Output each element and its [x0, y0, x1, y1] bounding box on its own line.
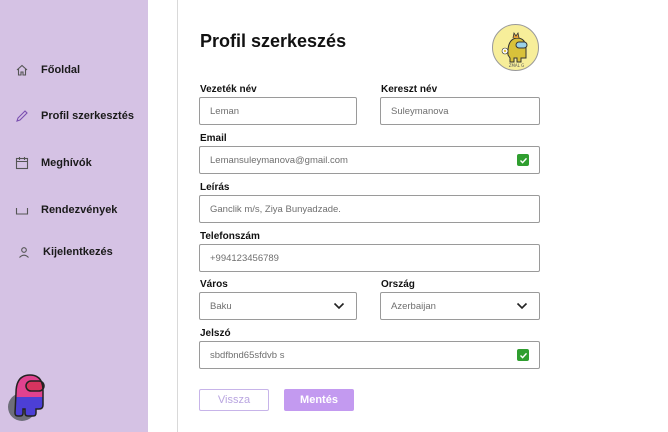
sidebar-item-logout[interactable]: Kijelentkezés: [16, 244, 113, 260]
phone-label: Telefonszám: [200, 231, 260, 242]
page-title: Profil szerkeszés: [200, 31, 347, 51]
pencil-icon: [14, 108, 30, 124]
calendar-icon: [14, 155, 30, 171]
sidebar-item-invitations[interactable]: Meghívók: [14, 155, 92, 171]
last-name-label: Vezeték név: [200, 84, 257, 95]
email-valid-check-icon: [517, 154, 529, 166]
first-name-field[interactable]: Suleymanova: [380, 97, 540, 125]
sidebar-item-events[interactable]: Rendezvények: [14, 202, 117, 218]
last-name-field[interactable]: Leman: [199, 97, 357, 125]
chevron-down-icon: [515, 299, 529, 313]
profile-caption: ZMAL G: [509, 63, 525, 68]
city-label: Város: [200, 279, 228, 290]
country-value: Azerbaijan: [391, 300, 436, 312]
country-label: Ország: [381, 279, 415, 290]
email-field[interactable]: Lemansuleymanova@gmail.com: [199, 146, 540, 174]
tray-icon: [14, 202, 30, 218]
home-icon: [14, 62, 30, 78]
password-field[interactable]: sbdfbnd65sfdvb s: [199, 341, 540, 369]
city-value: Baku: [210, 300, 232, 312]
sidebar-item-label: Kijelentkezés: [43, 246, 113, 258]
first-name-value: Suleymanova: [391, 105, 449, 117]
sidebar-item-label: Rendezvények: [41, 204, 118, 216]
description-field[interactable]: Ganclik m/s, Ziya Bunyadzade.: [199, 195, 540, 223]
sidebar-item-profile-edit[interactable]: Profil szerkesztés: [14, 108, 134, 124]
profile-picture[interactable]: ZMAL G: [492, 24, 539, 71]
description-value: Ganclik m/s, Ziya Bunyadzade.: [210, 203, 341, 215]
back-button[interactable]: Vissza: [199, 389, 269, 411]
last-name-value: Leman: [210, 105, 240, 117]
email-value: Lemansuleymanova@gmail.com: [210, 154, 348, 166]
user-icon: [16, 244, 32, 260]
phone-value: +994123456789: [210, 252, 279, 264]
sidebar-item-label: Meghívók: [41, 157, 92, 169]
sidebar-item-label: Profil szerkesztés: [41, 110, 134, 122]
email-label: Email: [200, 133, 227, 144]
sidebar-item-label: Főoldal: [41, 64, 81, 76]
first-name-label: Kereszt név: [381, 84, 438, 95]
sidebar: Főoldal Profil szerkesztés Meghívók Rend…: [0, 0, 148, 432]
password-valid-check-icon: [517, 349, 529, 361]
user-avatar[interactable]: [6, 371, 46, 421]
password-label: Jelszó: [200, 328, 231, 339]
phone-field[interactable]: +994123456789: [199, 244, 540, 272]
city-select[interactable]: Baku: [199, 292, 357, 320]
country-select[interactable]: Azerbaijan: [380, 292, 540, 320]
divider: [177, 0, 178, 432]
profile-character-icon: ZMAL G: [501, 31, 528, 68]
password-value: sbdfbnd65sfdvb s: [210, 349, 285, 361]
description-label: Leírás: [200, 182, 230, 193]
chevron-down-icon: [332, 299, 346, 313]
sidebar-item-home[interactable]: Főoldal: [14, 62, 80, 78]
save-button[interactable]: Mentés: [284, 389, 354, 411]
